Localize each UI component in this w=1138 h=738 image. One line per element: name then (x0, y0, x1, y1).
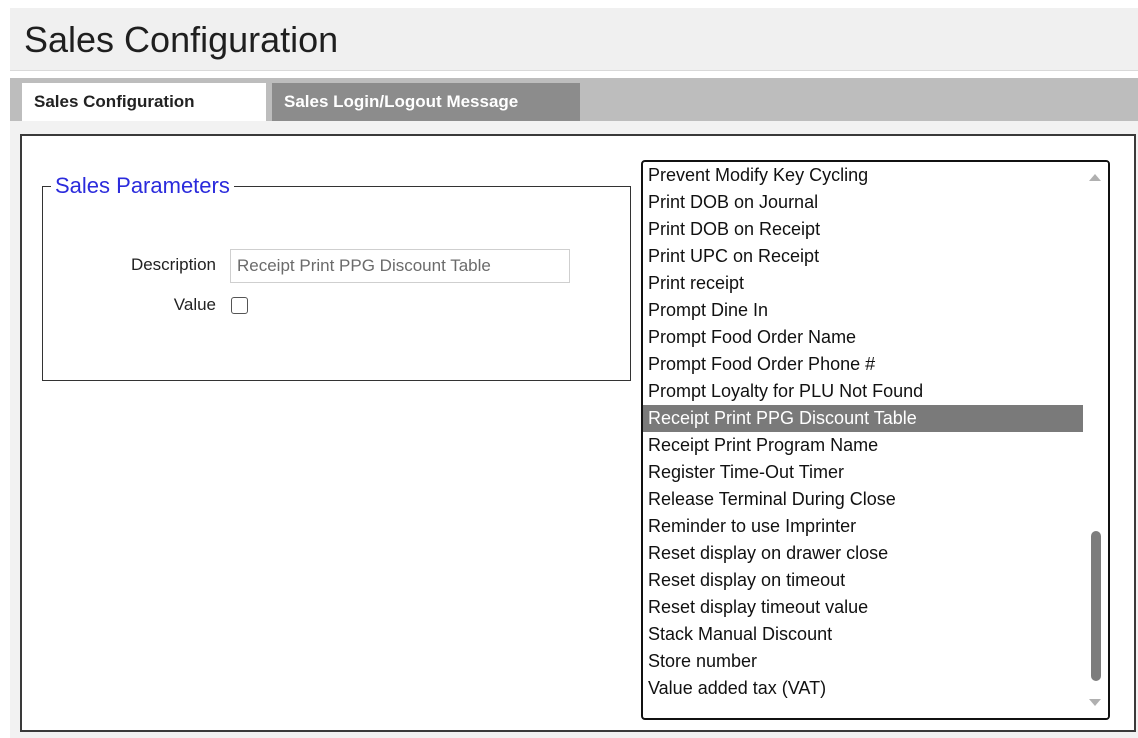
tab-content: Sales Parameters Description Receipt Pri… (10, 121, 1138, 738)
list-item[interactable]: Release Terminal During Close (643, 486, 1083, 513)
tab-sales-login-logout-message[interactable]: Sales Login/Logout Message (272, 83, 580, 121)
description-label: Description (130, 255, 216, 274)
parameter-listbox[interactable]: Prevent Modify Key Cycling Print DOB on J… (641, 160, 1110, 720)
list-item[interactable]: Print UPC on Receipt (643, 243, 1083, 270)
tab-bar: Sales Configuration Sales Login/Logout M… (10, 78, 1138, 121)
page-title: Sales Configuration (24, 19, 339, 60)
list-item[interactable]: Reset display timeout value (643, 594, 1083, 621)
list-item[interactable]: Receipt Print Program Name (643, 432, 1083, 459)
listbox-scrollbar[interactable] (1084, 162, 1108, 718)
parameter-list-items: Prevent Modify Key Cycling Print DOB on J… (643, 162, 1083, 702)
list-item[interactable]: Print receipt (643, 270, 1083, 297)
list-item[interactable]: Stack Manual Discount (643, 621, 1083, 648)
list-item[interactable]: Register Time-Out Timer (643, 459, 1083, 486)
list-item[interactable]: Prevent Modify Key Cycling (643, 162, 1083, 189)
list-item[interactable]: Reminder to use Imprinter (643, 513, 1083, 540)
sales-parameters-legend: Sales Parameters (51, 173, 234, 199)
value-checkbox[interactable] (231, 297, 248, 314)
scroll-up-arrow-icon[interactable] (1089, 174, 1101, 181)
list-item-selected[interactable]: Receipt Print PPG Discount Table (643, 405, 1083, 432)
list-item[interactable]: Prompt Food Order Phone # (643, 351, 1083, 378)
list-item[interactable]: Store number (643, 648, 1083, 675)
description-field[interactable]: Receipt Print PPG Discount Table (230, 249, 570, 283)
list-item[interactable]: Reset display on drawer close (643, 540, 1083, 567)
page-header: Sales Configuration (10, 8, 1138, 71)
scrollbar-thumb[interactable] (1091, 531, 1101, 681)
configuration-panel: Sales Parameters Description Receipt Pri… (20, 134, 1136, 732)
list-item[interactable]: Print DOB on Journal (643, 189, 1083, 216)
scroll-down-arrow-icon[interactable] (1089, 699, 1101, 706)
sales-parameters-fieldset: Sales Parameters Description Receipt Pri… (42, 173, 631, 381)
tab-sales-configuration[interactable]: Sales Configuration (22, 83, 266, 121)
list-item[interactable]: Prompt Loyalty for PLU Not Found (643, 378, 1083, 405)
list-item[interactable]: Prompt Food Order Name (643, 324, 1083, 351)
value-label: Value (173, 295, 216, 314)
list-item[interactable]: Prompt Dine In (643, 297, 1083, 324)
list-item[interactable]: Print DOB on Receipt (643, 216, 1083, 243)
list-item[interactable]: Value added tax (VAT) (643, 675, 1083, 702)
list-item[interactable]: Reset display on timeout (643, 567, 1083, 594)
